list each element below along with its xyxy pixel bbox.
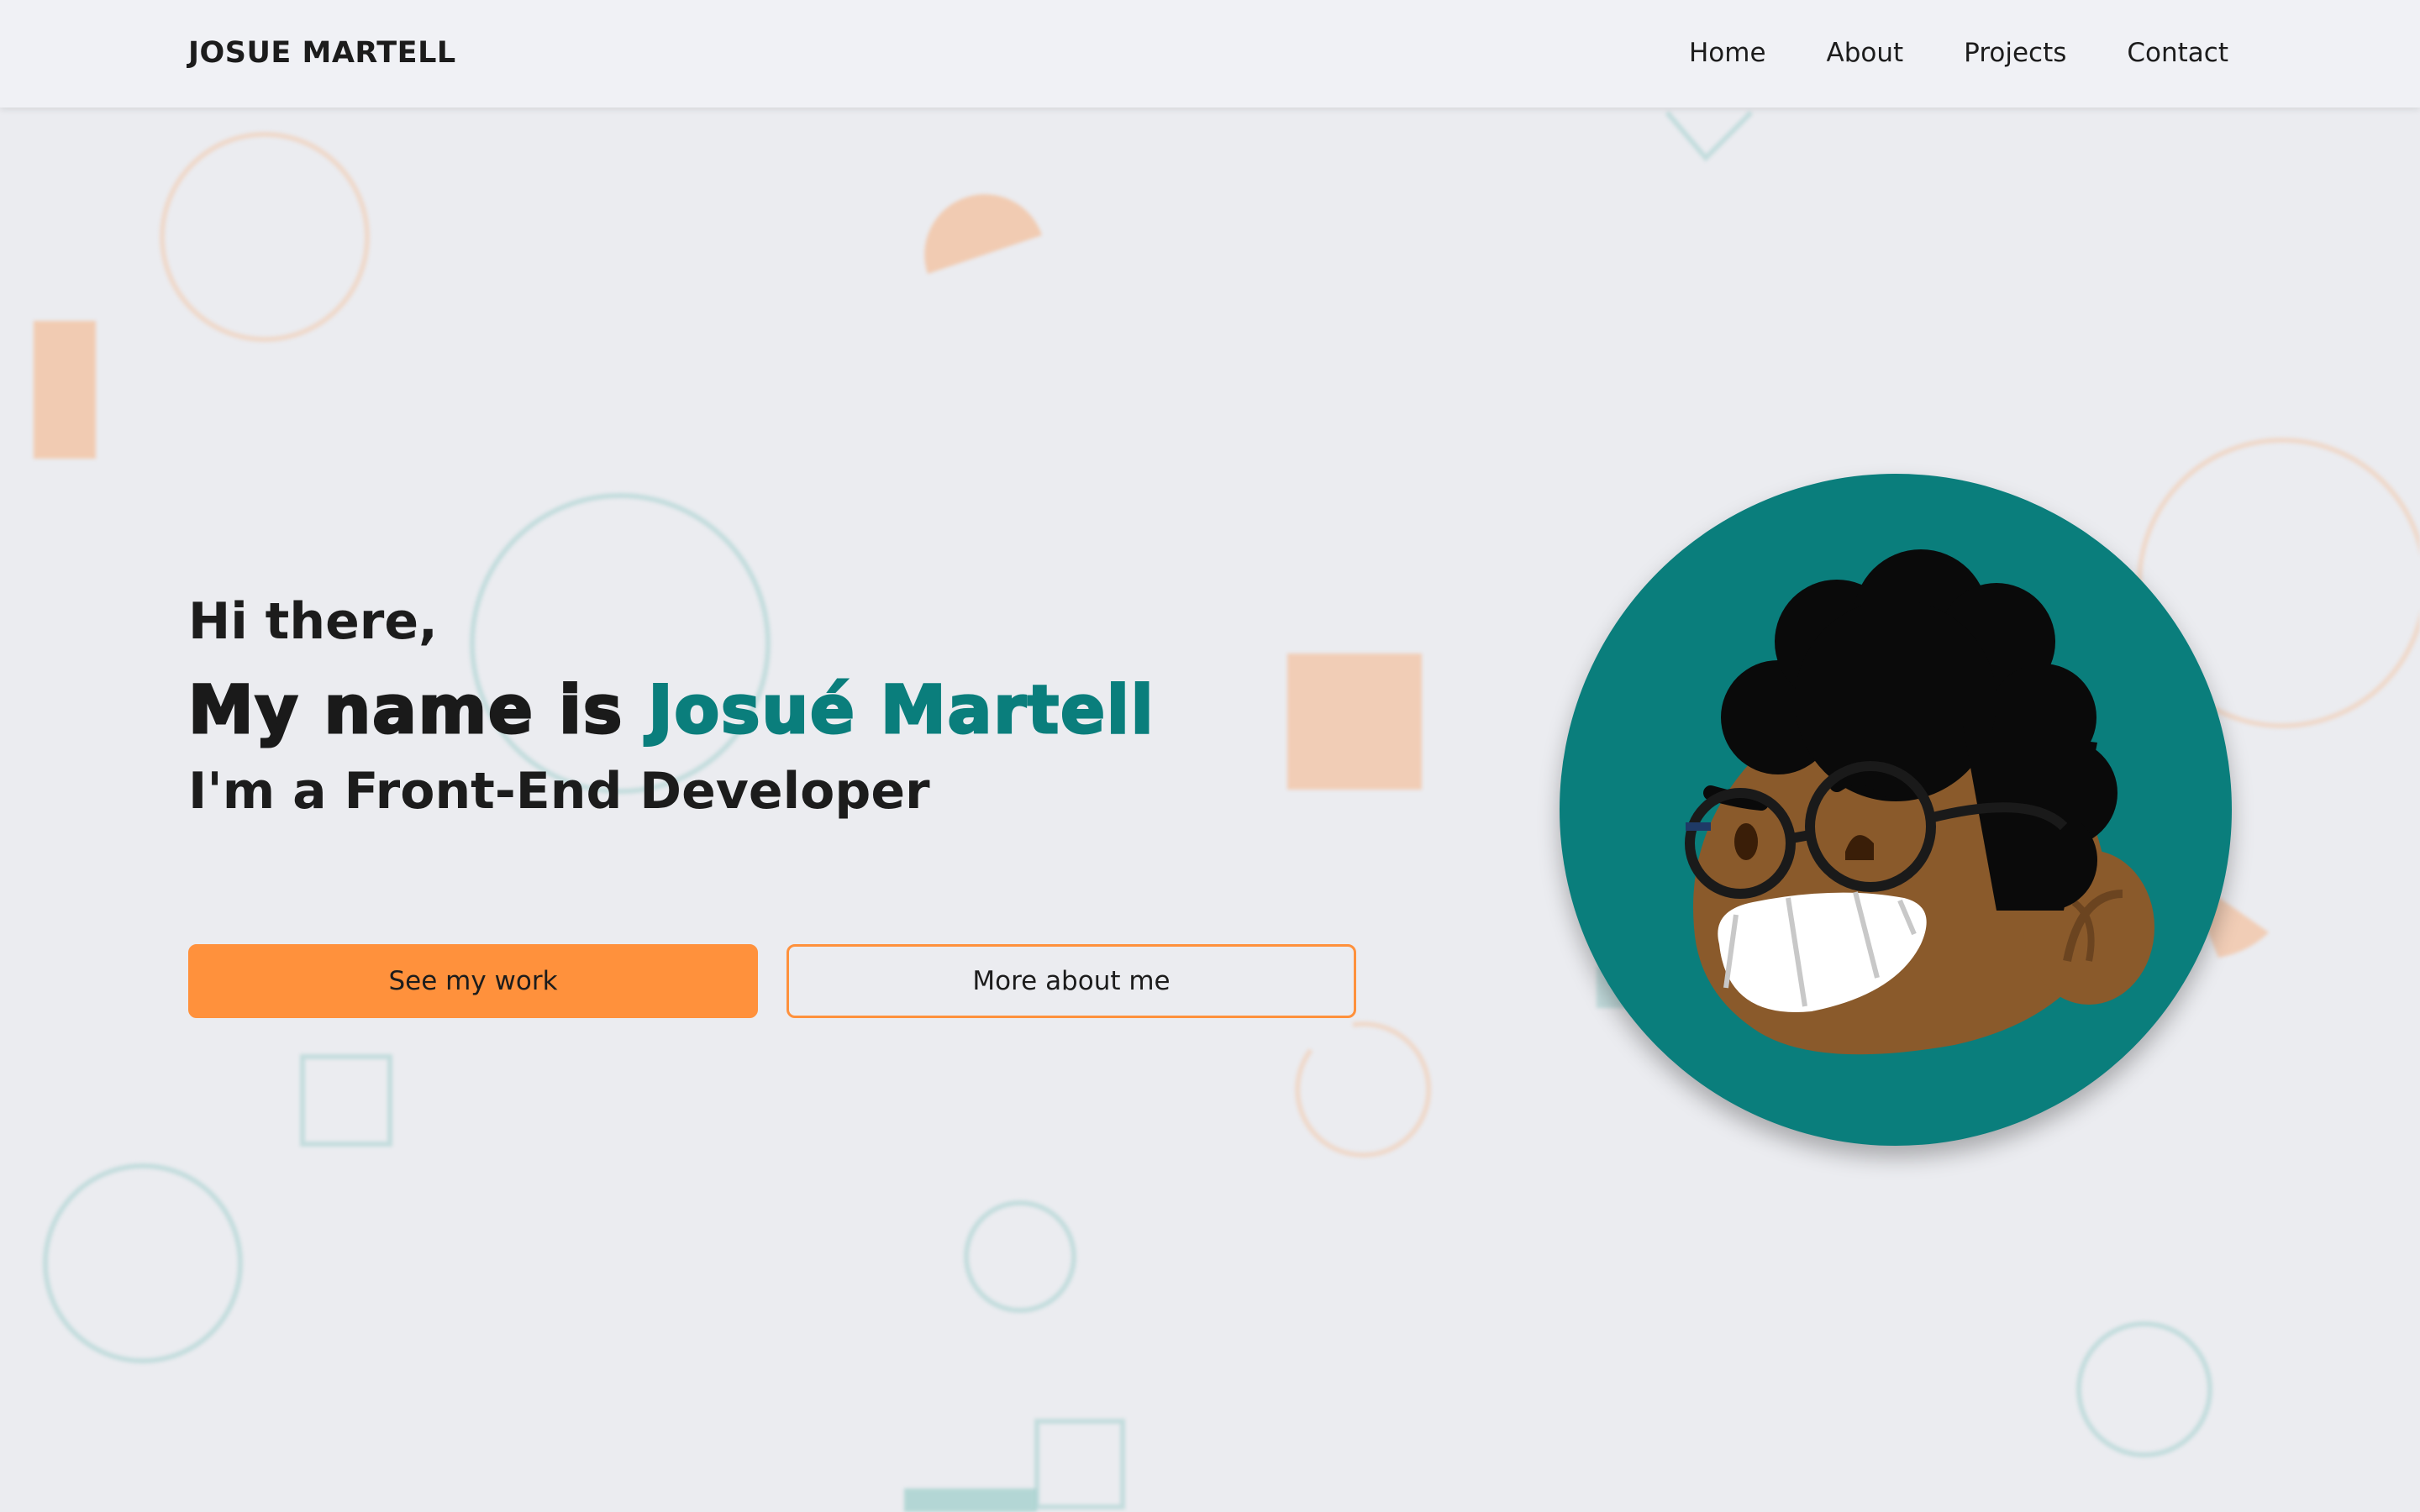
- nav-link-contact[interactable]: Contact: [2127, 38, 2228, 68]
- navbar: JOSUE MARTELL Home About Projects Contac…: [0, 0, 2420, 108]
- hero-name-heading: My name is Josué Martell: [187, 669, 1381, 753]
- hero-greeting: Hi there,: [188, 592, 438, 651]
- name-accent: Josué Martell: [647, 672, 1155, 750]
- nav-link-projects[interactable]: Projects: [1964, 38, 2066, 68]
- nav-link-home[interactable]: Home: [1689, 38, 1766, 68]
- page: JOSUE MARTELL Home About Projects Contac…: [0, 0, 2420, 1512]
- name-prefix: My name is: [187, 672, 649, 750]
- avatar: [1560, 474, 2232, 1146]
- nav-links: Home About Projects Contact: [1689, 35, 2228, 71]
- nav-link-about[interactable]: About: [1827, 38, 1904, 68]
- avatar-illustration: [1685, 549, 2154, 1055]
- hero-section: Hi there, My name is Josué Martell I'm a…: [187, 588, 1381, 1018]
- see-my-work-button[interactable]: See my work: [188, 944, 758, 1018]
- brand-logo[interactable]: JOSUE MARTELL: [188, 34, 456, 72]
- hero-role: I'm a Front-End Developer: [188, 762, 930, 821]
- cta-buttons: See my work More about me: [188, 944, 1381, 1018]
- more-about-me-button[interactable]: More about me: [786, 944, 1356, 1018]
